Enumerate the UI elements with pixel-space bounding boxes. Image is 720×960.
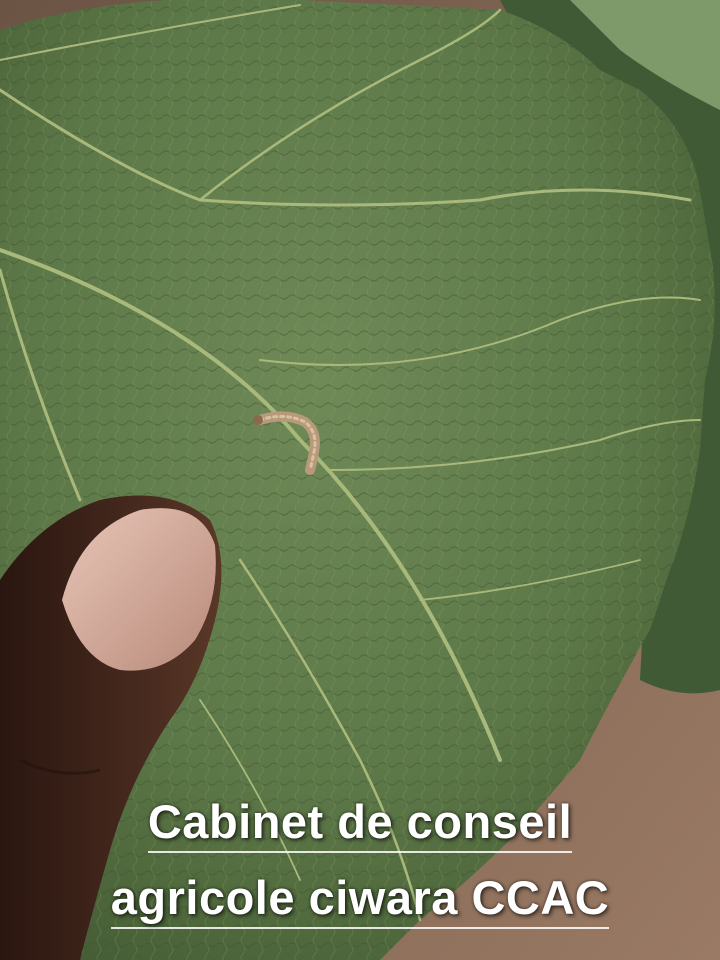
caption-line-2: agricole ciwara CCAC — [0, 874, 720, 929]
caption-line-1-text: Cabinet de conseil — [147, 798, 573, 853]
caption-line-2-text: agricole ciwara CCAC — [110, 874, 610, 929]
caption-line-1: Cabinet de conseil — [0, 798, 720, 853]
